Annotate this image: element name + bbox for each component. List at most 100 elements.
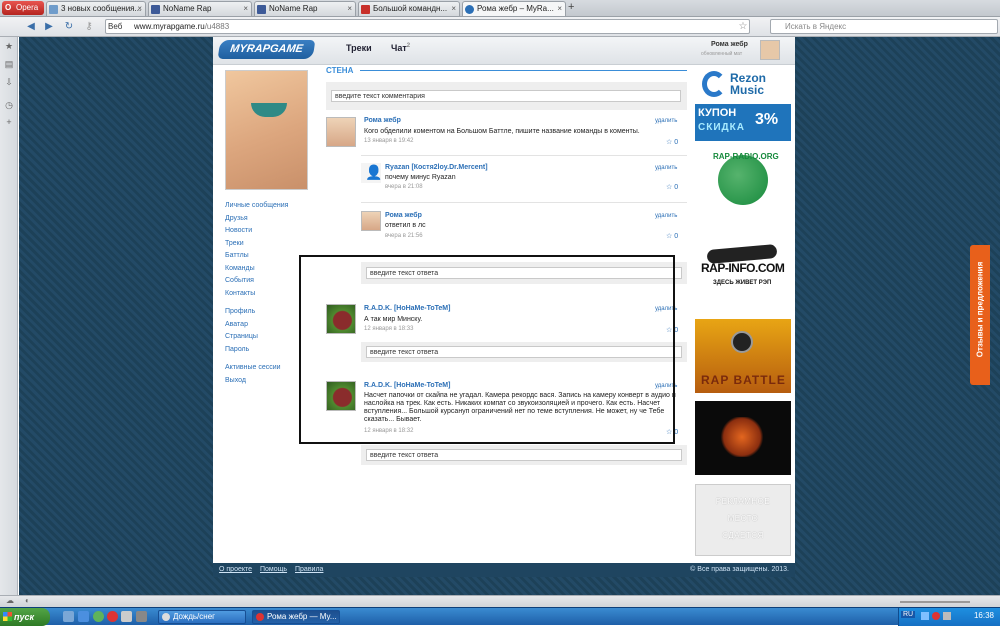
tab-noname-rap-2[interactable]: NoName Rap × — [254, 1, 356, 16]
post-author[interactable]: Ryazan [Костя2loy.Dr.Mercent] — [385, 164, 488, 171]
start-button[interactable]: пуск — [0, 608, 50, 626]
delete-link[interactable]: удалить — [655, 165, 677, 171]
close-icon[interactable]: × — [243, 2, 248, 16]
menu-tracks[interactable]: Треки — [225, 240, 244, 247]
copyright: © Все права защищены. 2013. — [690, 566, 789, 573]
site-logo[interactable]: MYRAPGAME — [217, 40, 316, 59]
ad-rezon-music[interactable]: Rezon Music — [695, 67, 791, 104]
divider — [361, 202, 687, 203]
like-button[interactable]: ☆ 0 — [666, 232, 678, 240]
menu-battles[interactable]: Баттлы — [225, 252, 249, 259]
history-icon[interactable]: ◷ — [4, 100, 14, 110]
site-header: MYRAPGAME Треки Чат2 Рома жебр обновленн… — [213, 37, 795, 65]
footer-about-link[interactable]: О проекте — [219, 566, 252, 573]
opera-icon[interactable] — [107, 611, 118, 622]
tab-big-team[interactable]: Большой командн... × — [358, 1, 460, 16]
app-icon[interactable] — [121, 611, 132, 622]
delete-link[interactable]: удалить — [655, 213, 677, 219]
post-avatar[interactable] — [361, 211, 381, 231]
url-input[interactable]: www.myrapgame.ru/u4883 — [105, 19, 750, 34]
menu-sessions[interactable]: Активные сессии — [225, 364, 281, 371]
task-opera[interactable]: Рома жебр — My... — [252, 610, 340, 624]
system-tray: RU 16:38 — [898, 608, 1000, 626]
ad-rap-info[interactable]: RAP-INFO.COM ЗДЕСЬ ЖИВЕТ РЭП — [695, 243, 791, 301]
post-author[interactable]: Рома жебр — [385, 212, 422, 219]
new-tab-icon[interactable]: + — [568, 1, 580, 15]
reply-box: введите текст ответа — [361, 445, 687, 465]
footer-rules-link[interactable]: Правила — [295, 566, 323, 573]
menu-avatar[interactable]: Аватар — [225, 321, 248, 328]
post-author[interactable]: Рома жебр — [364, 117, 401, 124]
menu-contacts[interactable]: Контакты — [225, 290, 255, 297]
menu-pages[interactable]: Страницы — [225, 333, 258, 340]
footer-help-link[interactable]: Помощь — [260, 566, 287, 573]
post-avatar[interactable] — [326, 117, 356, 147]
wall-reply: 👤 Ryazan [Костя2loy.Dr.Mercent] удалить … — [361, 161, 687, 206]
task-weather[interactable]: Дождь/снег — [158, 610, 246, 624]
reload-icon[interactable]: ↻ — [62, 20, 76, 34]
menu-profile[interactable]: Профиль — [225, 308, 255, 315]
divider — [361, 155, 687, 156]
menu-logout[interactable]: Выход — [225, 377, 246, 384]
close-icon[interactable]: × — [451, 2, 456, 16]
menu-password[interactable]: Пароль — [225, 346, 249, 353]
key-icon[interactable]: ⚷ — [82, 20, 96, 34]
user-name[interactable]: Рома жебр — [711, 41, 748, 48]
side-panel: ★ ▤ ⇩ ◷ + — [0, 37, 18, 595]
ad-coupon[interactable]: КУПОН СКИДКА 3% — [695, 104, 791, 141]
menu-teams[interactable]: Команды — [225, 265, 255, 272]
volume-icon[interactable] — [943, 612, 951, 620]
add-panel-icon[interactable]: + — [4, 117, 14, 127]
menu-messages[interactable]: Личные сообщения — [225, 202, 288, 209]
menu-news[interactable]: Новости — [225, 227, 252, 234]
comment-box: введите текст комментария — [326, 82, 687, 110]
site-icon — [361, 5, 370, 14]
like-button[interactable]: ☆ 0 — [666, 183, 678, 191]
notes-icon[interactable]: ▤ — [4, 59, 14, 69]
zoom-slider[interactable] — [900, 601, 970, 603]
feedback-tab[interactable]: Отзывы и предложения — [970, 245, 990, 385]
panel-toggle-icon[interactable]: ☁ — [6, 596, 14, 605]
close-icon[interactable]: × — [137, 2, 142, 16]
delete-link[interactable]: удалить — [655, 118, 677, 124]
app-icon[interactable] — [136, 611, 147, 622]
ad-rap-battle[interactable]: RAP BATTLE — [695, 319, 791, 393]
ad-place-available[interactable]: РЕКЛАМНОЕ МЕСТО СДАЕТСЯ — [695, 484, 791, 556]
language-indicator[interactable]: RU — [901, 611, 916, 618]
post-date: 13 января в 19:42 — [364, 138, 414, 144]
turbo-icon[interactable]: ◐ — [25, 596, 30, 605]
desktop-icon[interactable] — [63, 611, 74, 622]
ad-fire-banner[interactable] — [695, 401, 791, 475]
like-button[interactable]: ☆ 0 — [666, 138, 678, 146]
nav-chat[interactable]: Чат2 — [391, 43, 410, 53]
tab-messages[interactable]: 3 новых сообщения... × — [46, 1, 146, 16]
close-icon[interactable]: × — [557, 2, 562, 16]
menu-events[interactable]: События — [225, 277, 254, 284]
tab-myrapgame[interactable]: Рома жебр – MyRa... × — [462, 1, 566, 16]
address-bar: ◀ ▶ ↻ ⚷ www.myrapgame.ru/u4883 Веб ☆ Иск… — [0, 17, 1000, 37]
search-input[interactable]: Искать в Яндекс — [770, 19, 998, 34]
clock[interactable]: 16:38 — [974, 611, 994, 620]
comment-input[interactable]: введите текст комментария — [331, 90, 681, 102]
network-icon[interactable] — [921, 612, 929, 620]
back-icon[interactable]: ◀ — [24, 20, 38, 34]
menu-friends[interactable]: Друзья — [225, 215, 248, 222]
ad-rap-radio[interactable]: RAP-RADIO.ORG — [695, 145, 791, 223]
tab-noname-rap-1[interactable]: NoName Rap × — [148, 1, 252, 16]
user-avatar[interactable] — [760, 40, 780, 60]
vk-icon — [257, 5, 266, 14]
opera-menu-button[interactable]: Opera — [2, 1, 44, 15]
reply-input[interactable]: введите текст ответа — [366, 449, 682, 461]
highlight-box — [299, 255, 675, 444]
ie-icon[interactable] — [78, 611, 89, 622]
site-footer: О проекте Помощь Правила © Все права защ… — [213, 563, 795, 577]
app-icon[interactable] — [93, 611, 104, 622]
antivirus-icon[interactable] — [932, 612, 940, 620]
close-icon[interactable]: × — [347, 2, 352, 16]
nav-tracks[interactable]: Треки — [346, 43, 372, 53]
downloads-icon[interactable]: ⇩ — [4, 77, 14, 87]
forward-icon[interactable]: ▶ — [42, 20, 56, 34]
bookmarks-icon[interactable]: ★ — [4, 41, 14, 51]
post-avatar[interactable]: 👤 — [361, 163, 382, 183]
star-icon[interactable]: ☆ — [736, 20, 750, 34]
